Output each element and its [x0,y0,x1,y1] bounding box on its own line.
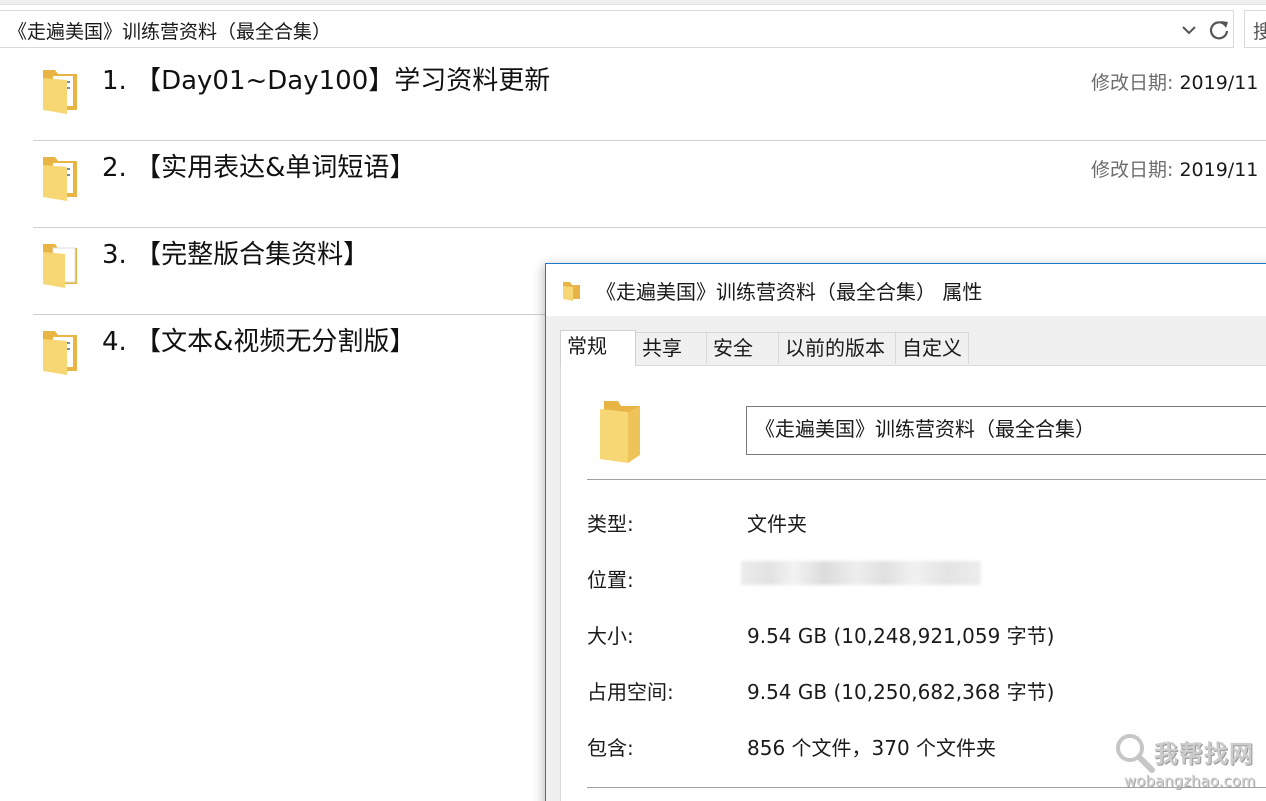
tab-previous-versions[interactable]: 以前的版本 [778,332,896,364]
folder-name-field[interactable]: 《走遍美国》训练营资料（最全合集） [746,406,1266,455]
folder-icon [563,282,580,301]
folder-name[interactable]: 4. 【文本&视频无分割版】 [102,321,415,358]
tab-customize[interactable]: 自定义 [895,332,969,364]
type-label: 类型: [587,512,634,536]
list-item[interactable]: 1. 【Day01~Day100】学习资料更新 修改日期: 2019/11 [33,54,1266,141]
folder-name[interactable]: 1. 【Day01~Day100】学习资料更新 [102,60,550,97]
contains-label: 包含: [587,736,634,760]
address-path[interactable]: 《走遍美国》训练营资料（最全合集） [8,17,331,44]
folder-name[interactable]: 2. 【实用表达&单词短语】 [102,147,415,184]
modified-date-value: 2019/11 [1179,159,1259,181]
dialog-titlebar[interactable]: 《走遍美国》训练营资料（最全合集） 属性 [546,264,1266,316]
tab-general[interactable]: 常规 [560,330,636,366]
folder-icon [43,157,77,201]
type-value: 文件夹 [747,512,807,536]
tab-sharing[interactable]: 共享 [635,332,707,364]
folder-icon [600,401,640,463]
folder-name-value[interactable]: 《走遍美国》训练营资料（最全合集） [755,413,1095,442]
chevron-down-icon[interactable] [1180,21,1198,39]
dialog-title: 《走遍美国》训练营资料（最全合集） 属性 [596,280,983,304]
folder-icon [43,244,77,288]
watermark: 我帮找网 wobangzhao.com [1108,728,1266,798]
size-value: 9.54 GB (10,248,921,059 字节) [747,624,1055,648]
watermark-text: 我帮找网 [1154,740,1254,768]
modified-date: 修改日期: 2019/11 [1091,155,1258,182]
properties-dialog: 《走遍美国》训练营资料（最全合集） 属性 常规 共享 安全 以前的版本 自定义 … [545,263,1266,801]
search-placeholder: 搜 [1253,17,1266,44]
disk-size-label: 占用空间: [587,680,674,704]
size-label: 大小: [587,624,634,648]
location-value-redacted [741,561,981,585]
location-label: 位置: [587,568,634,592]
modified-date-value: 2019/11 [1179,72,1259,94]
file-explorer-window: 《走遍美国》训练营资料（最全合集） 搜 1. 【Day01~Day100】学习资… [0,0,1266,801]
toolbar-strip [0,0,1266,5]
address-bar[interactable]: 《走遍美国》训练营资料（最全合集） [0,10,1234,48]
disk-size-value: 9.54 GB (10,250,682,368 字节) [747,680,1055,704]
tab-security[interactable]: 安全 [706,332,779,364]
modified-date-label: 修改日期: [1091,159,1174,181]
folder-icon [43,70,77,114]
folder-name[interactable]: 3. 【完整版合集资料】 [102,234,369,271]
modified-date-label: 修改日期: [1091,72,1174,94]
folder-icon [43,331,77,375]
modified-date: 修改日期: 2019/11 [1091,68,1258,95]
list-item[interactable]: 2. 【实用表达&单词短语】 修改日期: 2019/11 [33,141,1266,228]
divider [587,479,1266,480]
contains-value: 856 个文件，370 个文件夹 [747,736,997,760]
refresh-icon[interactable] [1206,17,1232,43]
magnifier-icon [1116,734,1155,773]
watermark-url: wobangzhao.com [1124,772,1256,790]
search-input[interactable]: 搜 [1244,10,1266,48]
